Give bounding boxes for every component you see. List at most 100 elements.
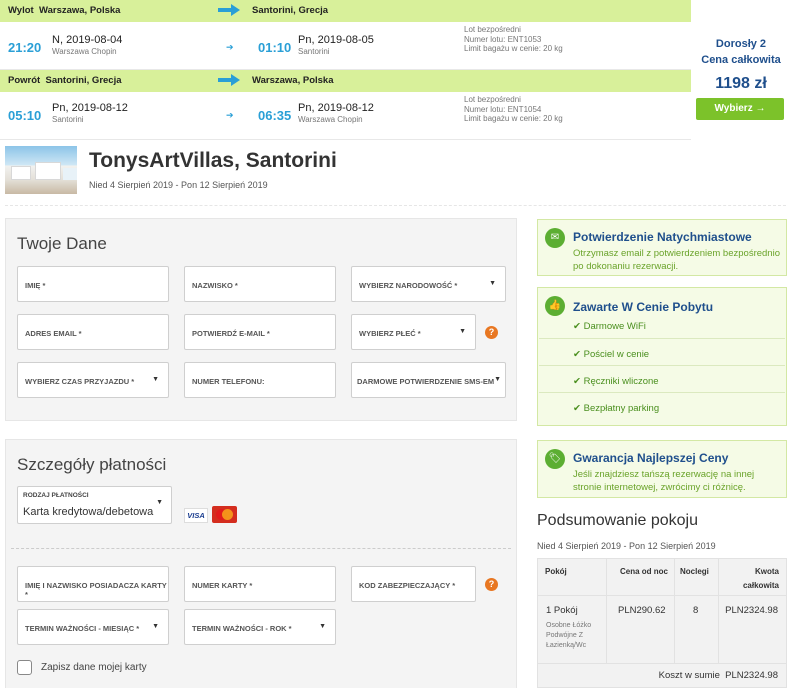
- included-item: ✔ Bezpłatny parking: [573, 403, 660, 414]
- return-dep-date: 2019-08-12: [71, 102, 128, 114]
- expiry-year-select[interactable]: TERMIN WAŻNOŚCI - ROK * ▼: [184, 609, 336, 645]
- instant-desc: Otrzymasz email z potwierdzeniem bezpośr…: [573, 248, 780, 272]
- email-confirm-input[interactable]: POTWIERDŹ E-MAIL *: [184, 314, 336, 350]
- return-dep-place: Santorini: [52, 115, 84, 124]
- outbound-dep-date: 2019-08-04: [66, 34, 123, 46]
- nationality-select[interactable]: WYBIERZ NARODOWOŚĆ * ▼: [351, 266, 506, 302]
- best-price-box: 🏷 Gwarancja Najlepszej Ceny Jeśli znajdz…: [537, 440, 787, 498]
- help-icon[interactable]: ?: [485, 578, 498, 591]
- return-from: Santorini, Grecja: [45, 75, 122, 86]
- return-arr-place: Warszawa Chopin: [298, 115, 363, 124]
- card-number-input[interactable]: NUMER KARTY *: [184, 566, 336, 602]
- passenger-count: Dorosły 2: [715, 38, 767, 50]
- tag-icon: 🏷: [545, 449, 565, 469]
- save-card-label: Zapisz dane mojej karty: [41, 662, 147, 673]
- check-icon: ✔: [573, 376, 581, 387]
- divider: [11, 548, 511, 549]
- nights-count: 8: [693, 605, 699, 616]
- outbound-header: Wylot Warszawa, Polska Santorini, Grecja: [0, 0, 691, 22]
- return-arr-date: 2019-08-12: [317, 102, 374, 114]
- payment-panel: Szczegóły płatności RODZAJ PŁATNOŚCI Kar…: [5, 439, 517, 688]
- room-summary-title: Podsumowanie pokoju: [537, 512, 698, 529]
- outbound-arr-day: Pn: [298, 34, 312, 46]
- included-title: Zawarte W Cenie Pobytu: [573, 300, 714, 314]
- your-data-title: Twoje Dane: [17, 234, 107, 253]
- visa-icon: VISA: [184, 508, 208, 523]
- check-icon: ✔: [573, 321, 581, 332]
- caret-down-icon: ▼: [152, 376, 159, 383]
- return-header: Powrót Santorini, Grecja Warszawa, Polsk…: [0, 70, 691, 92]
- first-name-input[interactable]: IMIĘ *: [17, 266, 169, 302]
- email-input[interactable]: ADRES EMAIL *: [17, 314, 169, 350]
- outbound-lot-type: Lot bezpośredni: [464, 25, 521, 34]
- outbound-arr-date: 2019-08-05: [317, 34, 374, 46]
- outbound-arr-place: Santorini: [298, 47, 330, 56]
- outbound-baggage: Limit bagażu w cenie: 20 kg: [464, 44, 563, 53]
- gender-select[interactable]: WYBIERZ PŁEĆ * ▼: [351, 314, 476, 350]
- caret-down-icon: ▼: [459, 328, 466, 335]
- return-row: 05:10 Pn, 2019-08-12 Santorini ➔ 06:35 P…: [0, 92, 691, 140]
- hotel-dates: Nied 4 Sierpień 2019 - Pon 12 Sierpień 2…: [89, 180, 268, 190]
- price-box: Dorosły 2 Cena całkowita 1198 zł Wybierz…: [691, 0, 791, 140]
- outbound-dep-place: Warszawa Chopin: [52, 47, 117, 56]
- return-dep-time: 05:10: [8, 108, 42, 123]
- return-baggage: Limit bagażu w cenie: 20 kg: [464, 114, 563, 123]
- price-per-night: PLN290.62: [618, 605, 666, 616]
- arrow-right-icon: [218, 4, 240, 16]
- last-name-input[interactable]: NAZWISKO *: [184, 266, 336, 302]
- sum-total: Koszt w sumie PLN2324.98: [658, 670, 778, 681]
- mastercard-icon: [212, 506, 237, 523]
- expiry-month-select[interactable]: TERMIN WAŻNOŚCI - MIESIĄC * ▼: [17, 609, 169, 645]
- col-nights: Noclegi: [680, 567, 709, 576]
- check-icon: ✔: [573, 403, 581, 414]
- room-total: PLN2324.98: [725, 605, 778, 616]
- save-card-checkbox[interactable]: [17, 660, 32, 675]
- check-icon: ✔: [573, 349, 581, 360]
- included-item: ✔ Darmowe WiFi: [573, 321, 646, 332]
- room-summary-table: Pokój Cena od noc Noclegi Kwota całkowita…: [537, 558, 787, 688]
- payment-type-select[interactable]: RODZAJ PŁATNOŚCI Karta kredytowa/debetow…: [17, 486, 172, 524]
- instant-title: Potwierdzenie Natychmiastowe: [573, 230, 752, 244]
- outbound-from: Warszawa, Polska: [38, 5, 121, 16]
- return-label: Powrót: [8, 75, 41, 86]
- return-lot-type: Lot bezpośredni: [464, 95, 521, 104]
- return-to: Warszawa, Polska: [252, 75, 334, 86]
- col-total: Kwota całkowita: [742, 567, 779, 590]
- phone-input[interactable]: NUMER TELEFONU:: [184, 362, 336, 398]
- security-code-input[interactable]: KOD ZABEZPIECZAJĄCY *: [351, 566, 476, 602]
- hotel-name: TonysArtVillas, Santorini: [89, 149, 337, 172]
- outbound-flight-no: Numer lotu: ENT1053: [464, 34, 542, 44]
- col-price: Cena od noc: [620, 567, 669, 576]
- help-icon[interactable]: ?: [485, 326, 498, 339]
- outbound-arr-time: 01:10: [258, 40, 292, 55]
- card-holder-input[interactable]: IMIĘ I NAZWISKO POSIADACZA KARTY *: [17, 566, 169, 602]
- caret-down-icon: ▼: [494, 376, 501, 383]
- caret-down-icon: ▼: [489, 280, 496, 287]
- outbound-dep-time: 21:20: [8, 40, 42, 55]
- thumbs-up-icon: 👍: [545, 296, 565, 316]
- envelope-icon: ✉: [545, 228, 565, 248]
- return-flight-no: Numer lotu: ENT1054: [464, 104, 542, 114]
- arrival-time-select[interactable]: WYBIERZ CZAS PRZYJAZDU * ▼: [17, 362, 169, 398]
- divider: [5, 205, 786, 206]
- return-arr-time: 06:35: [258, 108, 292, 123]
- room-summary-dates: Nied 4 Sierpień 2019 - Pon 12 Sierpień 2…: [537, 541, 716, 551]
- payment-title: Szczegóły płatności: [17, 455, 167, 474]
- room-description: Osobne Łóżko Podwójne Z Łazienką/Wc: [546, 622, 592, 649]
- outbound-label: Wylot: [8, 5, 34, 16]
- total-price: 1198 zł: [715, 75, 767, 92]
- best-price-desc: Jeśli znajdziesz tańszą rezerwację na in…: [573, 469, 755, 493]
- sms-confirmation-select[interactable]: DARMOWE POTWIERDZENIE SMS-EM ▼: [351, 362, 506, 398]
- select-button[interactable]: Wybierz →: [696, 98, 784, 120]
- caret-down-icon: ▼: [152, 623, 159, 630]
- col-room: Pokój: [545, 567, 567, 576]
- caret-down-icon: ▼: [156, 499, 163, 506]
- outbound-to: Santorini, Grecja: [252, 5, 329, 16]
- instant-confirmation-box: ✉ Potwierdzenie Natychmiastowe Otrzymasz…: [537, 219, 787, 276]
- return-dep-day: Pn: [52, 102, 66, 114]
- included-item: ✔ Ręczniki wliczone: [573, 376, 659, 387]
- arrow-right-icon: [218, 74, 240, 86]
- arrow-right-icon: ➔: [226, 42, 234, 52]
- room-count: 1 Pokój: [546, 605, 578, 616]
- hotel-thumbnail[interactable]: [5, 146, 77, 194]
